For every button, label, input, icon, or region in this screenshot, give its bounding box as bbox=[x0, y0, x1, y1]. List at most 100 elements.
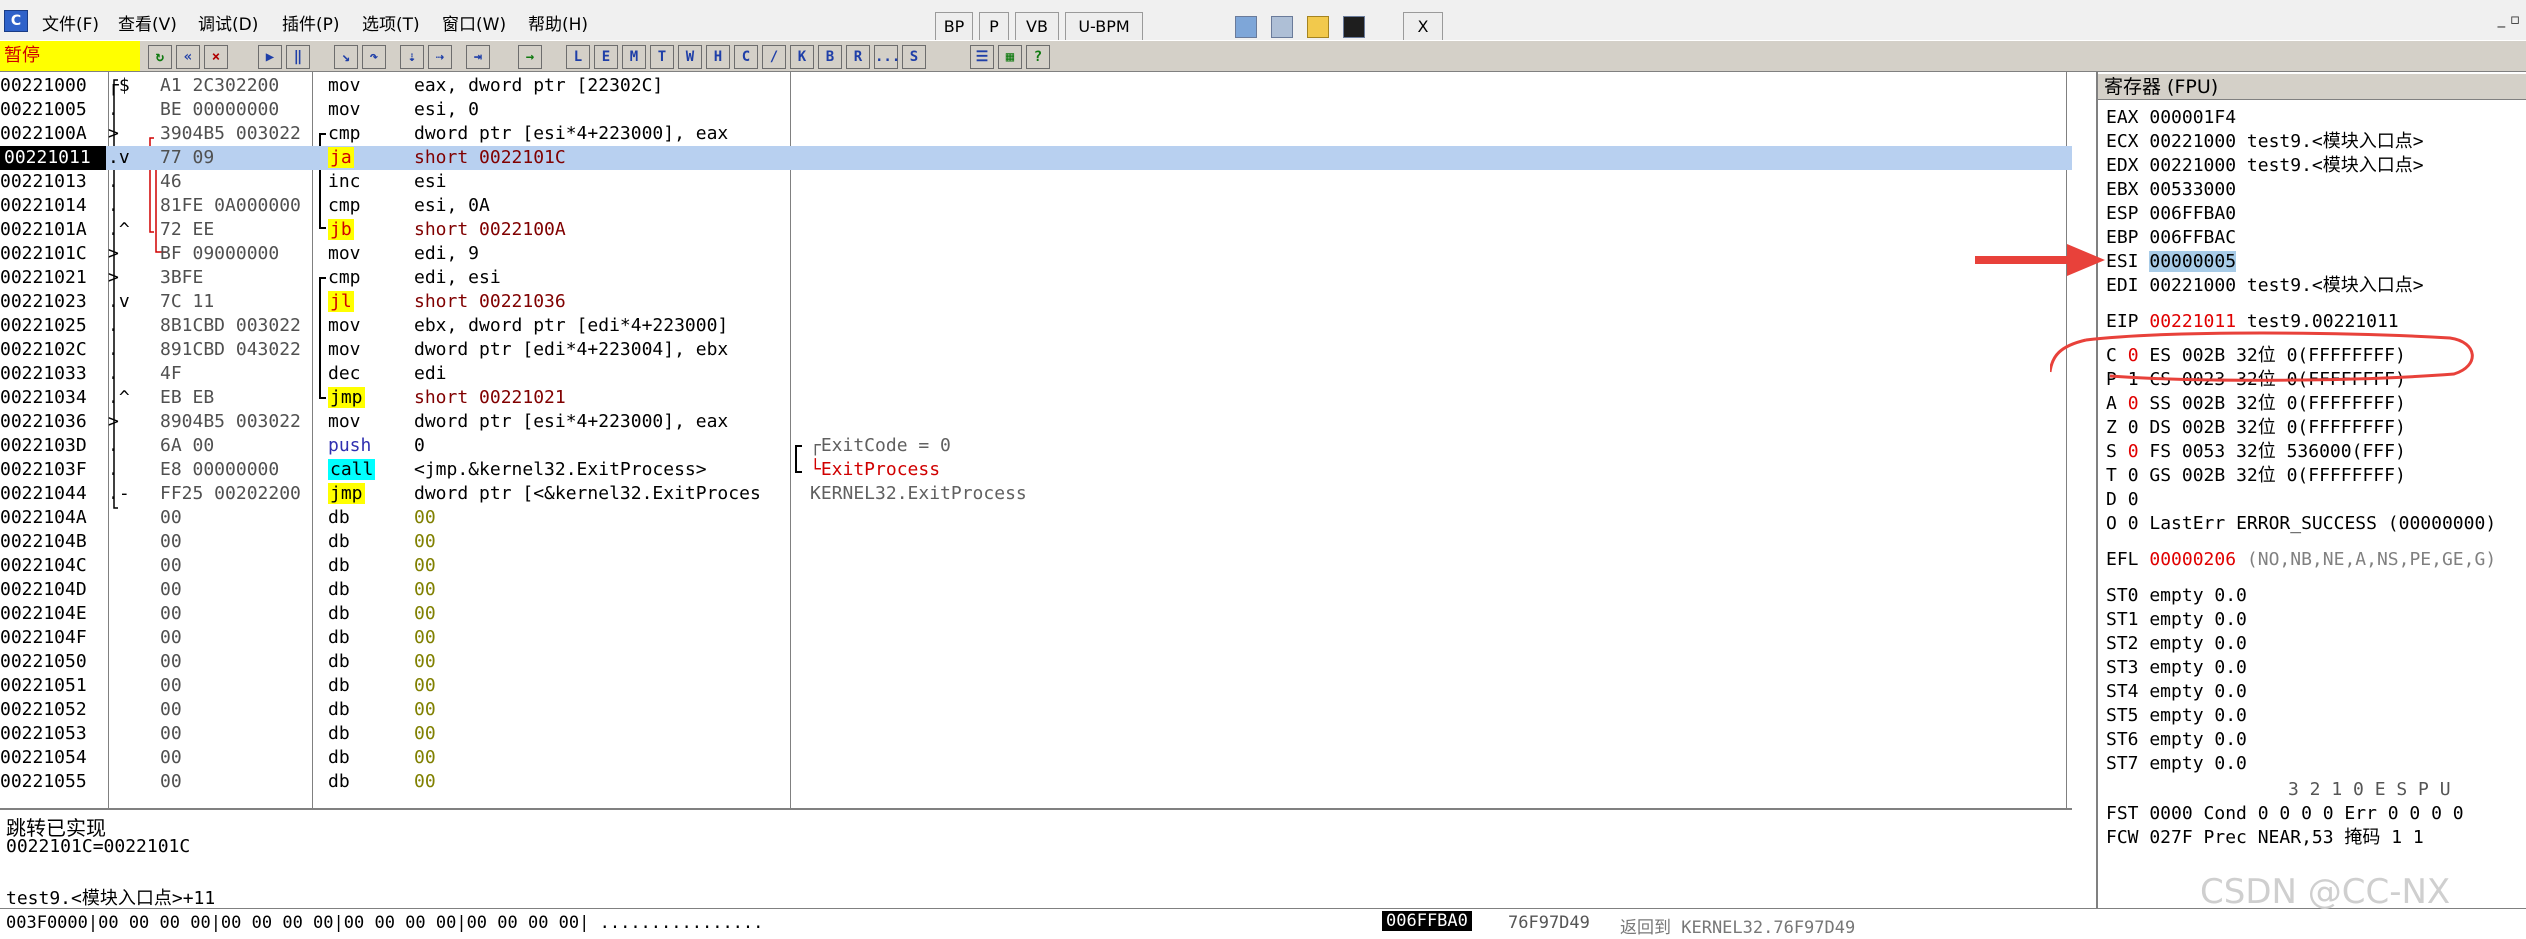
reg-ecx[interactable]: ECX 00221000 test9.<模块入口点> bbox=[2106, 130, 2424, 154]
app-icon[interactable]: C bbox=[4, 10, 28, 32]
disasm-row[interactable]: 00221011 .v 77 09 ja short 0022101C bbox=[0, 146, 2072, 170]
memory-dump-row[interactable]: 003F0000|00 00 00 00|00 00 00 00|00 00 0… bbox=[0, 908, 1380, 939]
toolbar-t-button[interactable]: T bbox=[650, 45, 674, 69]
toolbar-c-button[interactable]: C bbox=[734, 45, 758, 69]
disasm-row[interactable]: 0022101A .^ 72 EE jb short 0022100A bbox=[0, 218, 2072, 242]
fpu-register[interactable]: ST3 empty 0.0 bbox=[2106, 656, 2247, 680]
reg-fcw[interactable]: FCW 027F Prec NEAR,53 掩码 1 1 bbox=[2106, 826, 2424, 850]
disasm-row[interactable]: 00221044 .- FF25 00202200 jmp dword ptr [<&k… bbox=[0, 482, 2072, 506]
disassembly-pane[interactable]: 00221000 ┌$ A1 2C302200 mov eax, dword ptr [… bbox=[0, 72, 2072, 808]
menu-debug[interactable]: 调试(D) bbox=[198, 10, 258, 35]
fpu-register[interactable]: ST6 empty 0.0 bbox=[2106, 728, 2247, 752]
menu-view[interactable]: 查看(V) bbox=[118, 10, 177, 35]
close-process-icon[interactable]: × bbox=[204, 45, 228, 69]
menu-help[interactable]: 帮助(H) bbox=[528, 10, 588, 35]
reg-esi[interactable]: ESI 00000005 bbox=[2106, 250, 2237, 274]
pause-icon[interactable]: ‖ bbox=[286, 45, 310, 69]
toolbar-w-button[interactable]: W bbox=[678, 45, 702, 69]
grid-icon[interactable]: ▦ bbox=[998, 45, 1022, 69]
disasm-row[interactable]: 0022104B 00 db 00 bbox=[0, 530, 2072, 554]
disasm-row[interactable]: 00221013. 46 inc esi bbox=[0, 170, 2072, 194]
bp-button[interactable]: BP bbox=[935, 12, 973, 42]
toolbar-h-button[interactable]: H bbox=[706, 45, 730, 69]
trace-into-icon[interactable]: ⇣ bbox=[400, 45, 424, 69]
memory-icon[interactable] bbox=[1235, 16, 1257, 38]
open-icon[interactable]: ↻ bbox=[148, 45, 172, 69]
disasm-row[interactable]: 00221005. BE 00000000 mov esi, 0 bbox=[0, 98, 2072, 122]
reg-fst[interactable]: FST 0000 Cond 0 0 0 0 Err 0 0 0 0 bbox=[2106, 802, 2464, 826]
disasm-row[interactable]: 0022103F. E8 00000000 call <jmp.&kernel32.E… bbox=[0, 458, 2072, 482]
reg-eax[interactable]: EAX 000001F4 bbox=[2106, 106, 2236, 130]
flag-row[interactable]: T 0 GS 002B 32位 0(FFFFFFFF) bbox=[2106, 464, 2406, 488]
disasm-row[interactable]: 00221000 ┌$ A1 2C302200 mov eax, dword ptr [… bbox=[0, 74, 2072, 98]
help-icon[interactable]: ? bbox=[1026, 45, 1050, 69]
disasm-row[interactable]: 00221054 00 db 00 bbox=[0, 746, 2072, 770]
disasm-row[interactable]: 00221021 >3BFE cmp edi, esi bbox=[0, 266, 2072, 290]
toolbar-ellipsis-button[interactable]: ... bbox=[874, 45, 900, 69]
u-bpm-button[interactable]: U-BPM bbox=[1065, 12, 1143, 42]
disasm-row[interactable]: 0022104A 00 db 00 bbox=[0, 506, 2072, 530]
reg-efl[interactable]: EFL 00000206 (NO,NB,NE,A,NS,PE,GE,G) bbox=[2106, 548, 2496, 572]
p-button[interactable]: P bbox=[979, 12, 1009, 42]
register-pane[interactable]: 寄存器 (FPU) EAX 000001F4 ECX 00221000 test… bbox=[2096, 72, 2526, 908]
window-controls[interactable]: _ ▫ bbox=[2498, 10, 2520, 28]
toolbar-e-button[interactable]: E bbox=[594, 45, 618, 69]
vb-button[interactable]: VB bbox=[1015, 12, 1059, 42]
fpu-register[interactable]: ST1 empty 0.0 bbox=[2106, 608, 2247, 632]
flag-row[interactable]: D 0 bbox=[2106, 488, 2139, 512]
list-icon[interactable]: ☰ bbox=[970, 45, 994, 69]
close-button[interactable]: X bbox=[1403, 12, 1443, 42]
menu-plugins[interactable]: 插件(P) bbox=[282, 10, 340, 35]
toolbar-slash-button[interactable]: / bbox=[762, 45, 786, 69]
notes-icon[interactable] bbox=[1271, 16, 1293, 38]
reg-ebx[interactable]: EBX 00533000 bbox=[2106, 178, 2236, 202]
toolbar-b-button[interactable]: B bbox=[818, 45, 842, 69]
disasm-row[interactable]: 00221014. 81FE 0A000000 cmp esi, 0A bbox=[0, 194, 2072, 218]
disasm-row[interactable]: 00221051 00 db 00 bbox=[0, 674, 2072, 698]
disasm-row[interactable]: 0022104D 00 db 00 bbox=[0, 578, 2072, 602]
disasm-row[interactable]: 00221036 >8904B5 003022 mov dword ptr [esi*… bbox=[0, 410, 2072, 434]
disasm-row[interactable]: 0022102C. 891CBD 043022 mov dword ptr [edi*… bbox=[0, 338, 2072, 362]
menu-file[interactable]: 文件(F) bbox=[42, 10, 99, 35]
disasm-row[interactable]: 0022104C 00 db 00 bbox=[0, 554, 2072, 578]
trace-over-icon[interactable]: ⇢ bbox=[428, 45, 452, 69]
disasm-row[interactable]: 00221053 00 db 00 bbox=[0, 722, 2072, 746]
toolbar-m-button[interactable]: M bbox=[622, 45, 646, 69]
folder-icon[interactable] bbox=[1307, 16, 1329, 38]
fpu-register[interactable]: ST2 empty 0.0 bbox=[2106, 632, 2247, 656]
fpu-register[interactable]: ST7 empty 0.0 bbox=[2106, 752, 2247, 776]
rewind-icon[interactable]: « bbox=[176, 45, 200, 69]
disasm-row[interactable]: 0022104E 00 db 00 bbox=[0, 602, 2072, 626]
reg-edi[interactable]: EDI 00221000 test9.<模块入口点> bbox=[2106, 274, 2424, 298]
disasm-row[interactable]: 0022104F 00 db 00 bbox=[0, 626, 2072, 650]
run-icon[interactable]: ▶ bbox=[258, 45, 282, 69]
flag-row[interactable]: S 0 FS 0053 32位 536000(FFF) bbox=[2106, 440, 2406, 464]
toolbar-s-button[interactable]: S bbox=[902, 45, 926, 69]
step-over-icon[interactable]: ↷ bbox=[362, 45, 386, 69]
console-icon[interactable] bbox=[1343, 16, 1365, 38]
disasm-row[interactable]: 0022101C > BF 09000000 mov edi, 9 bbox=[0, 242, 2072, 266]
disasm-row[interactable]: 00221052 00 db 00 bbox=[0, 698, 2072, 722]
disasm-row[interactable]: 0022100A >3904B5 003022 cmp dword ptr [esi*… bbox=[0, 122, 2072, 146]
menu-options[interactable]: 选项(T) bbox=[362, 10, 420, 35]
flag-row[interactable]: Z 0 DS 002B 32位 0(FFFFFFFF) bbox=[2106, 416, 2406, 440]
menu-window[interactable]: 窗口(W) bbox=[442, 10, 506, 35]
execute-till-return-icon[interactable]: ⇥ bbox=[466, 45, 490, 69]
disasm-row[interactable]: 00221034 .^ EB EB jmp short 00221021 bbox=[0, 386, 2072, 410]
reg-esp[interactable]: ESP 006FFBA0 bbox=[2106, 202, 2236, 226]
reg-edx[interactable]: EDX 00221000 test9.<模块入口点> bbox=[2106, 154, 2424, 178]
flag-row[interactable]: A 0 SS 002B 32位 0(FFFFFFFF) bbox=[2106, 392, 2406, 416]
disasm-row[interactable]: 00221023 .v 7C 11 jl short 00221036 bbox=[0, 290, 2072, 314]
fpu-register[interactable]: ST5 empty 0.0 bbox=[2106, 704, 2247, 728]
disasm-row[interactable]: 0022103D. 6A 00 push 0 ┌ExitCode = 0 bbox=[0, 434, 2072, 458]
stack-row[interactable]: 006FFBA0 76F97D49 返回到 KERNEL32.76F97D49 bbox=[1380, 908, 2526, 939]
toolbar-l-button[interactable]: L bbox=[566, 45, 590, 69]
disasm-row[interactable]: 00221033. 4F dec edi bbox=[0, 362, 2072, 386]
disasm-row[interactable]: 00221025. 8B1CBD 003022 mov ebx, dword ptr … bbox=[0, 314, 2072, 338]
disasm-row[interactable]: 00221055 00 db 00 bbox=[0, 770, 2072, 794]
disasm-row[interactable]: 00221050 00 db 00 bbox=[0, 650, 2072, 674]
goto-icon[interactable]: → bbox=[518, 45, 542, 69]
flag-row[interactable]: O 0 LastErr ERROR_SUCCESS (00000000) bbox=[2106, 512, 2496, 536]
toolbar-r-button[interactable]: R bbox=[846, 45, 870, 69]
fpu-register[interactable]: ST4 empty 0.0 bbox=[2106, 680, 2247, 704]
